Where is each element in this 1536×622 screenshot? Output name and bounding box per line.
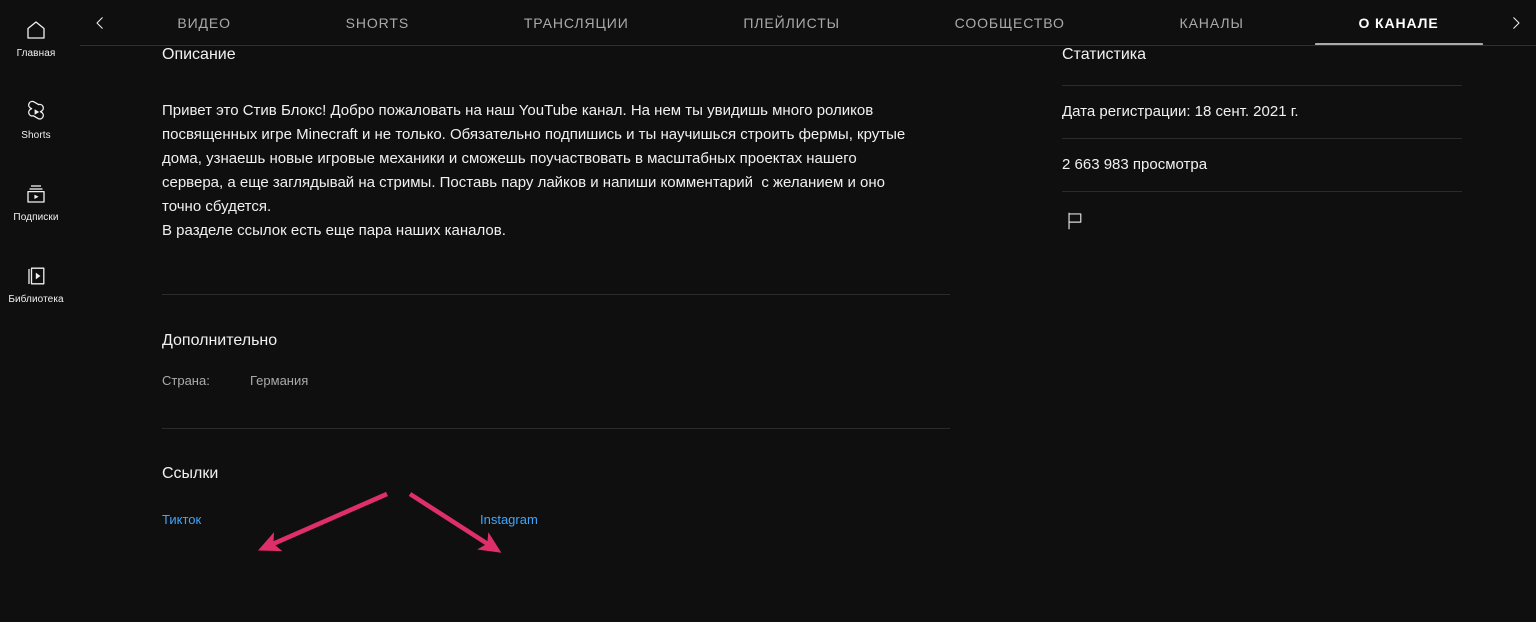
- channel-tab-bar: ВИДЕО SHORTS ТРАНСЛЯЦИИ ПЛЕЙЛИСТЫ СООБЩЕ…: [80, 0, 1536, 46]
- additional-section: Дополнительно Страна: Германия: [162, 332, 950, 388]
- link-instagram[interactable]: Instagram: [480, 512, 538, 527]
- tab-playlists[interactable]: ПЛЕЙЛИСТЫ: [686, 0, 897, 46]
- link-slot-tiktok: Тикток: [162, 511, 480, 529]
- tab-shorts[interactable]: SHORTS: [288, 0, 466, 46]
- subscriptions-icon: [24, 182, 48, 206]
- divider-after-description: [162, 294, 950, 295]
- description-section: Описание Привет это Стив Блокс! Добро по…: [162, 46, 950, 243]
- additional-heading: Дополнительно: [162, 332, 278, 349]
- sidebar-item-label-shorts: Shorts: [21, 130, 51, 141]
- tab-channels[interactable]: КАНАЛЫ: [1122, 0, 1301, 46]
- sidebar-item-subscriptions[interactable]: Подписки: [0, 170, 72, 244]
- tab-about[interactable]: О КАНАЛЕ: [1301, 0, 1496, 46]
- chevron-left-icon[interactable]: [80, 0, 120, 46]
- sidebar-item-label-home: Главная: [16, 48, 56, 59]
- stat-row-views: 2 663 983 просмотра: [1062, 156, 1208, 173]
- library-icon: [24, 264, 48, 288]
- links-section: Ссылки Тикток Instagram: [162, 465, 950, 529]
- report-row: [1062, 192, 1464, 234]
- stats-heading: Статистика: [1062, 46, 1147, 63]
- detail-key-country: Страна:: [162, 373, 210, 388]
- sidebar-item-label-subscriptions: Подписки: [13, 212, 59, 223]
- sidebar-item-home[interactable]: Главная: [0, 6, 72, 80]
- flag-icon[interactable]: [1062, 208, 1088, 234]
- link-tiktok[interactable]: Тикток: [162, 512, 201, 527]
- home-icon: [24, 18, 48, 42]
- about-left-column: Описание Привет это Стив Блокс! Добро по…: [162, 46, 950, 529]
- chevron-right-icon[interactable]: [1496, 0, 1536, 46]
- links-heading: Ссылки: [162, 465, 219, 482]
- tab-community[interactable]: СООБЩЕСТВО: [897, 0, 1122, 46]
- tab-live[interactable]: ТРАНСЛЯЦИИ: [466, 0, 686, 46]
- divider-after-additional: [162, 428, 950, 429]
- sidebar-item-shorts[interactable]: Shorts: [0, 88, 72, 162]
- description-text: Привет это Стив Блокс! Добро пожаловать …: [162, 102, 906, 239]
- shorts-icon: [24, 100, 48, 124]
- sidebar-item-library[interactable]: Библиотека: [0, 252, 72, 326]
- tab-list: ВИДЕО SHORTS ТРАНСЛЯЦИИ ПЛЕЙЛИСТЫ СООБЩЕ…: [120, 0, 1496, 46]
- stat-row-joined: Дата регистрации: 18 сент. 2021 г.: [1062, 103, 1299, 120]
- detail-value-country: Германия: [250, 373, 309, 388]
- links-row: Тикток Instagram: [162, 511, 950, 529]
- detail-row-country: Страна: Германия: [162, 373, 950, 388]
- tab-videos[interactable]: ВИДЕО: [120, 0, 288, 46]
- sidebar-item-label-library: Библиотека: [8, 294, 64, 305]
- link-slot-instagram: Instagram: [480, 511, 538, 529]
- mini-sidebar: Главная Shorts Подписки Библиотека: [0, 0, 72, 622]
- about-right-column: Статистика Дата регистрации: 18 сент. 20…: [1062, 46, 1464, 234]
- youtube-channel-about-page: Главная Shorts Подписки Библиотека ВИДЕО…: [0, 0, 1536, 622]
- about-content: Описание Привет это Стив Блокс! Добро по…: [72, 46, 1536, 622]
- description-heading: Описание: [162, 46, 236, 63]
